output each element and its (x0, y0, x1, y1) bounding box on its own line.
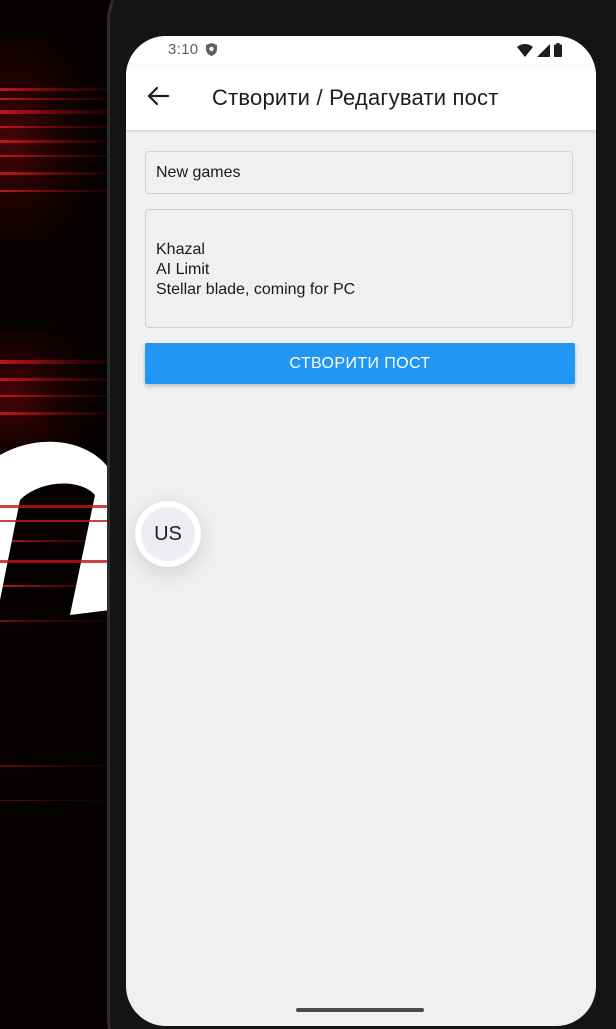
app-bar: Створити / Редагувати пост (126, 66, 596, 130)
desktop-stage: 3:10 Створити / Редагувати пост New game… (0, 0, 616, 1029)
status-icons (517, 43, 562, 62)
avatar-initials: US (154, 522, 182, 545)
shield-icon (206, 43, 217, 61)
back-button[interactable] (140, 80, 176, 116)
home-indicator[interactable] (296, 1008, 424, 1012)
battery-icon (554, 43, 562, 62)
create-post-button[interactable]: СТВОРИТИ ПОСТ (145, 343, 575, 384)
wifi-icon (517, 43, 533, 62)
post-body-textarea[interactable] (145, 209, 573, 328)
page-title: Створити / Редагувати пост (212, 85, 499, 110)
post-title-input[interactable] (145, 151, 573, 194)
status-bar: 3:10 (126, 36, 596, 66)
floating-avatar-button[interactable]: US (135, 501, 201, 567)
status-time: 3:10 (168, 41, 199, 58)
arrow-left-icon (147, 86, 170, 111)
signal-icon (537, 43, 550, 62)
avatar: US (141, 507, 195, 561)
